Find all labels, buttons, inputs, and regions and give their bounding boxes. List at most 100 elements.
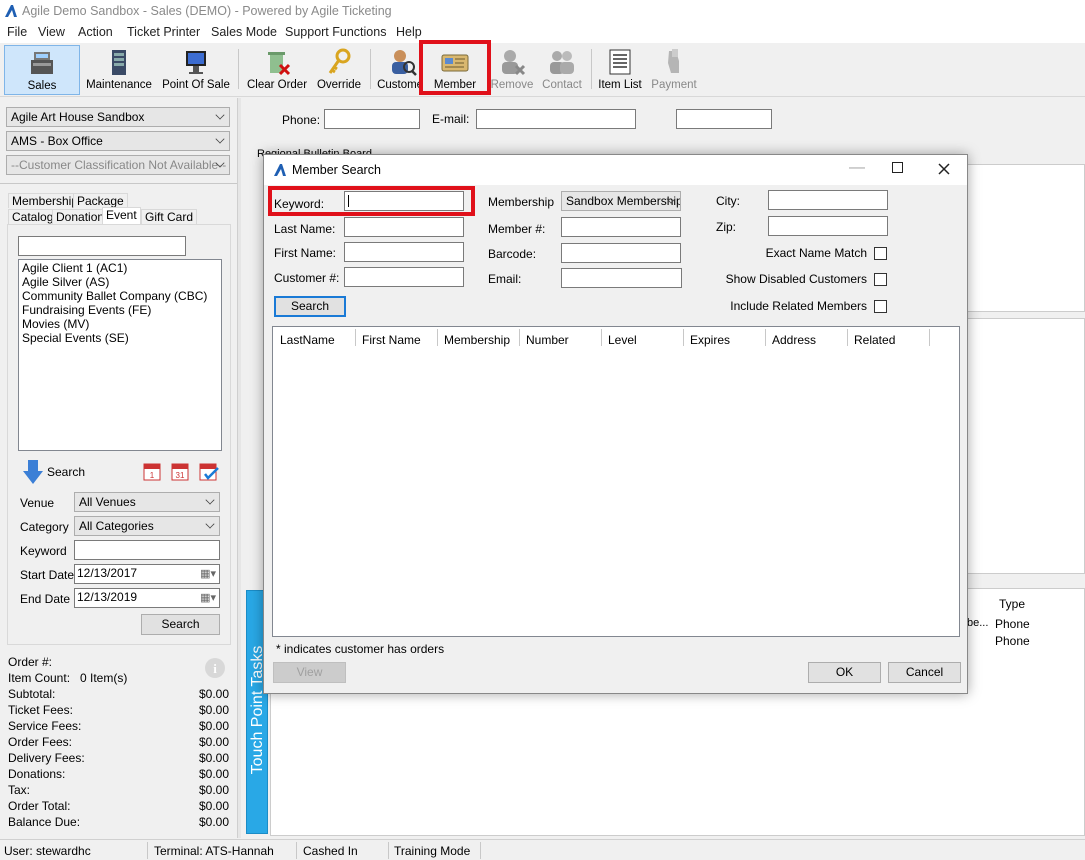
override-label: Override [316,79,362,91]
results-grid[interactable]: LastName First Name Membership Number Le… [272,326,960,637]
calendar-check-icon[interactable] [199,461,219,481]
calendar-month-icon[interactable]: 31 [171,461,189,481]
tab-gift-card[interactable]: Gift Card [141,209,198,224]
show-disabled-customers-checkbox[interactable] [874,273,887,286]
column-header[interactable]: Membership [444,333,510,347]
column-header[interactable]: Address [772,333,816,347]
column-divider [765,329,766,346]
arrow-down-icon[interactable] [22,459,44,485]
clear-order-button[interactable]: Clear Order [244,45,310,95]
calendar-day-icon[interactable]: 1 [143,461,161,481]
ok-button[interactable]: OK [808,662,881,683]
barcode-label: Barcode: [488,247,537,261]
menu-ticket-printer[interactable]: Ticket Printer [127,25,200,39]
venue-org-select[interactable]: Agile Art House Sandbox [6,107,230,127]
list-item[interactable]: Movies (MV) [22,317,218,331]
first-name-label: First Name: [274,246,337,260]
summary-label: Donations: [8,767,66,781]
toolbar-separator [238,49,239,89]
email-input[interactable] [561,268,682,288]
keyword-input[interactable] [74,540,220,560]
menu-support-functions[interactable]: Support Functions [285,25,386,39]
member-search-button[interactable]: Search [274,296,346,317]
tab-package[interactable]: Package [73,193,128,208]
cash-register-icon [31,52,53,74]
keyword-input[interactable] [344,191,464,211]
zip-input[interactable] [768,216,888,236]
item-list-icon [609,49,631,75]
category-filter-select[interactable]: All Categories [74,516,220,536]
membership-select[interactable]: Sandbox Membership [561,191,681,211]
svg-text:1: 1 [150,471,155,480]
summary-label: Service Fees: [8,719,82,733]
email-input[interactable] [476,109,636,129]
member-search-dialog: Member Search — Keyword: Last Name: Firs… [263,154,968,694]
member-button[interactable]: Member [419,40,491,95]
extra-input[interactable] [676,109,772,129]
tab-catalog[interactable]: Catalog [8,209,58,224]
column-header[interactable]: Number [526,333,569,347]
calendar-dropdown-icon[interactable]: ▦▾ [200,591,216,604]
payment-button[interactable]: Payment [648,45,700,95]
cancel-button[interactable]: Cancel [888,662,961,683]
item-list-button[interactable]: Item List [596,45,644,95]
tab-event[interactable]: Event [102,207,141,225]
member-number-input[interactable] [561,217,681,237]
list-item[interactable]: Fundraising Events (FE) [22,303,218,317]
office-select[interactable]: AMS - Box Office [6,131,230,151]
column-header[interactable]: Level [608,333,637,347]
list-item[interactable]: Community Ballet Company (CBC) [22,289,218,303]
override-button[interactable]: Override [314,45,364,95]
maintenance-button[interactable]: Maintenance [84,45,154,95]
column-header[interactable]: Related [854,333,895,347]
customer-number-input[interactable] [344,267,464,287]
menu-view[interactable]: View [38,25,65,39]
menu-file[interactable]: File [7,25,27,39]
close-icon[interactable] [938,163,950,175]
tab-membership[interactable]: Membership [8,193,83,208]
splitter[interactable] [237,98,241,838]
list-item[interactable]: Special Events (SE) [22,331,218,345]
list-item[interactable]: Agile Silver (AS) [22,275,218,289]
phone-input[interactable] [324,109,420,129]
classification-value: --Customer Classification Not Available-… [11,158,227,172]
include-related-members-checkbox[interactable] [874,300,887,313]
keyword-label: Keyword: [274,197,325,211]
contact-button[interactable]: Contact [538,45,586,95]
city-input[interactable] [768,190,888,210]
list-item[interactable]: Agile Client 1 (AC1) [22,261,218,275]
status-mode: Training Mode [394,844,471,858]
event-filter-input[interactable] [18,236,186,256]
first-name-input[interactable] [344,242,464,262]
sales-button[interactable]: Sales [4,45,80,95]
customer-search-icon [392,50,417,76]
column-header[interactable]: First Name [362,333,421,347]
menu-help[interactable]: Help [396,25,422,39]
maximize-icon[interactable] [892,162,903,173]
end-date-picker[interactable]: 12/13/2019 ▦▾ [74,588,220,608]
tab-donation[interactable]: Donation [52,209,109,224]
column-header[interactable]: LastName [280,333,335,347]
last-name-input[interactable] [344,217,464,237]
event-list[interactable]: Agile Client 1 (AC1) Agile Silver (AS) C… [18,259,222,451]
menu-action[interactable]: Action [78,25,113,39]
search-link-label[interactable]: Search [47,465,85,479]
point-of-sale-button[interactable]: Point Of Sale [160,45,232,95]
event-search-button[interactable]: Search [141,614,220,635]
calendar-dropdown-icon[interactable]: ▦▾ [200,567,216,580]
column-header[interactable]: Expires [690,333,730,347]
summary-row: Delivery Fees: $0.00 [8,751,229,767]
venue-filter-select[interactable]: All Venues [74,492,220,512]
office-value: AMS - Box Office [11,134,103,148]
exact-name-match-checkbox[interactable] [874,247,887,260]
remove-button[interactable]: Remove [490,45,534,95]
agile-logo-icon [5,5,17,17]
barcode-input[interactable] [561,243,681,263]
summary-value: $0.00 [198,751,229,765]
menu-sales-mode[interactable]: Sales Mode [211,25,277,39]
member-number-label: Member #: [488,222,546,236]
minimize-icon[interactable]: — [849,159,865,177]
start-date-picker[interactable]: 12/13/2017 ▦▾ [74,564,220,584]
toolbar-separator [591,49,592,89]
text-caret [348,195,349,207]
